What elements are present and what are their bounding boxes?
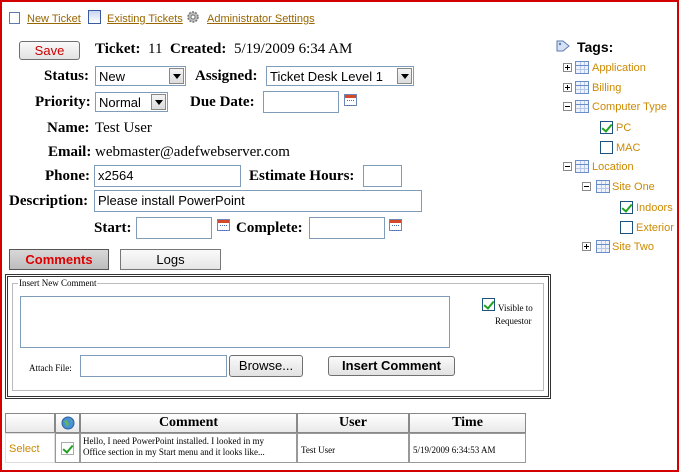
- select-row-link[interactable]: Select: [9, 443, 40, 455]
- start-date-input[interactable]: [136, 217, 212, 239]
- visible-label-line1: Visible to: [498, 303, 533, 313]
- attach-file-label: Attach File:: [29, 363, 72, 373]
- tag-pc-checkbox[interactable]: [600, 121, 613, 134]
- phone-input[interactable]: x2564: [94, 165, 241, 187]
- table-icon: [596, 240, 610, 253]
- calendar-icon[interactable]: [217, 219, 230, 231]
- time-cell: 5/19/2009 6:34:53 AM: [413, 445, 496, 455]
- tag-site-one[interactable]: Site One: [612, 181, 655, 193]
- visible-to-requestor-checkbox[interactable]: [482, 298, 495, 311]
- table-icon: [575, 81, 589, 94]
- chevron-down-icon: [169, 68, 184, 84]
- expand-icon[interactable]: [563, 63, 572, 72]
- tab-comments[interactable]: Comments: [9, 249, 109, 270]
- collapse-icon[interactable]: [582, 182, 591, 191]
- description-label: Description:: [9, 193, 89, 209]
- gear-icon: [186, 9, 200, 23]
- priority-selected-value: Normal: [99, 95, 141, 110]
- attach-file-input[interactable]: [80, 355, 227, 377]
- tag-computer-type[interactable]: Computer Type: [592, 101, 667, 113]
- ticket-label: Ticket:: [95, 41, 141, 57]
- complete-label: Complete:: [236, 220, 303, 236]
- start-label: Start:: [94, 220, 132, 236]
- table-icon: [575, 160, 589, 173]
- tag-site-two[interactable]: Site Two: [612, 241, 654, 253]
- column-header-user[interactable]: User: [297, 413, 409, 433]
- priority-select[interactable]: Normal: [95, 92, 168, 112]
- created-value: 5/19/2009 6:34 AM: [234, 41, 353, 57]
- tag-exterior-checkbox[interactable]: [620, 221, 633, 234]
- email-value: webmaster@adefwebserver.com: [95, 144, 290, 160]
- comment-text-line2: Office section in my Start menu and it l…: [83, 447, 265, 457]
- existing-tickets-link[interactable]: Existing Tickets: [107, 13, 183, 25]
- row-visible-checkbox: [61, 442, 74, 455]
- status-select[interactable]: New: [95, 66, 186, 86]
- due-date-input[interactable]: [263, 91, 339, 113]
- existing-tickets-icon: [88, 10, 101, 24]
- comments-panel: Insert New Comment Visible to Requestor …: [5, 274, 551, 399]
- new-ticket-link[interactable]: New Ticket: [27, 13, 81, 25]
- description-input[interactable]: Please install PowerPoint: [94, 190, 422, 212]
- phone-label: Phone:: [45, 168, 90, 184]
- assigned-label: Assigned:: [195, 68, 258, 84]
- insert-comment-button[interactable]: Insert Comment: [328, 356, 455, 376]
- collapse-icon[interactable]: [563, 162, 572, 171]
- priority-label: Priority:: [35, 94, 91, 110]
- tag-location[interactable]: Location: [592, 161, 634, 173]
- estimate-hours-label: Estimate Hours:: [249, 168, 355, 184]
- table-icon: [575, 61, 589, 74]
- tab-logs[interactable]: Logs: [120, 249, 221, 270]
- calendar-icon[interactable]: [344, 94, 357, 106]
- save-button[interactable]: Save: [19, 41, 80, 60]
- browse-button[interactable]: Browse...: [229, 355, 303, 377]
- due-date-label: Due Date:: [190, 94, 255, 110]
- tags-title: Tags:: [577, 39, 614, 55]
- assigned-selected-value: Ticket Desk Level 1: [270, 69, 383, 84]
- visible-label-line2: Requestor: [495, 316, 532, 326]
- table-icon: [596, 180, 610, 193]
- expand-icon[interactable]: [563, 83, 572, 92]
- comment-textarea[interactable]: [20, 296, 450, 348]
- chevron-down-icon: [397, 68, 412, 84]
- insert-comment-legend: Insert New Comment: [18, 278, 98, 288]
- name-value: Test User: [95, 120, 152, 136]
- column-header-comment[interactable]: Comment: [80, 413, 297, 433]
- user-cell: Test User: [301, 445, 336, 455]
- tag-icon: [556, 37, 570, 52]
- collapse-icon[interactable]: [563, 102, 572, 111]
- column-header-select: [5, 413, 55, 433]
- administrator-settings-link[interactable]: Administrator Settings: [207, 13, 315, 25]
- tag-indoors-checkbox[interactable]: [620, 201, 633, 214]
- status-selected-value: New: [99, 69, 126, 84]
- complete-date-input[interactable]: [309, 217, 385, 239]
- calendar-icon[interactable]: [389, 219, 402, 231]
- email-label: Email:: [48, 144, 92, 160]
- name-label: Name:: [47, 120, 90, 136]
- expand-icon[interactable]: [582, 242, 591, 251]
- ticket-number: 11: [148, 41, 163, 57]
- status-label: Status:: [44, 68, 90, 84]
- created-label: Created:: [170, 41, 227, 57]
- comment-cell: Hello, I need PowerPoint installed. I lo…: [80, 433, 297, 463]
- tag-application[interactable]: Application: [592, 62, 646, 74]
- tag-indoors[interactable]: Indoors: [636, 202, 673, 214]
- tag-billing[interactable]: Billing: [592, 82, 621, 94]
- assigned-select[interactable]: Ticket Desk Level 1: [266, 66, 414, 86]
- estimate-hours-input[interactable]: [363, 165, 402, 187]
- tag-pc[interactable]: PC: [616, 122, 631, 134]
- tag-mac[interactable]: MAC: [616, 142, 640, 154]
- chevron-down-icon: [151, 94, 166, 110]
- globe-icon: [61, 416, 74, 430]
- comment-text-line1: Hello, I need PowerPoint installed. I lo…: [83, 436, 264, 446]
- column-header-time[interactable]: Time: [409, 413, 526, 433]
- new-ticket-icon: [9, 12, 20, 24]
- tag-exterior[interactable]: Exterior: [636, 222, 674, 234]
- column-header-visible: [55, 413, 80, 433]
- tag-mac-checkbox[interactable]: [600, 141, 613, 154]
- table-icon: [575, 100, 589, 113]
